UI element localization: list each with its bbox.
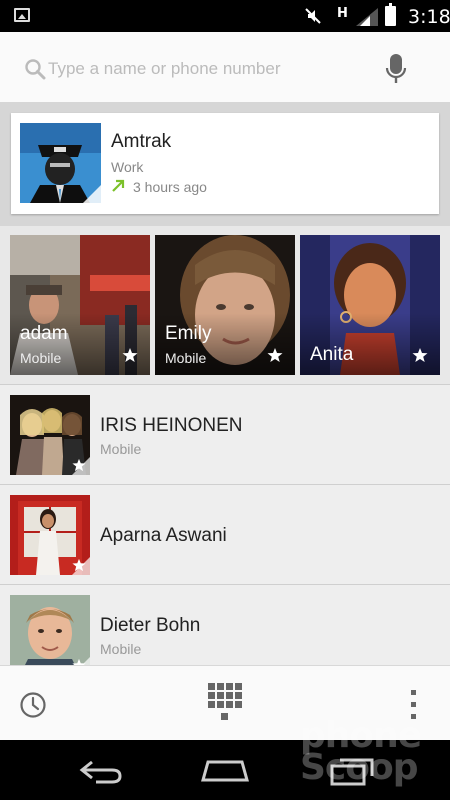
dialpad-icon[interactable] <box>208 683 242 723</box>
recent-contact-name: Amtrak <box>111 131 172 152</box>
signal-icon <box>356 8 378 26</box>
phone-app: Amtrak Work 3 hours ago <box>0 32 450 740</box>
status-time: 3:18 <box>408 6 450 28</box>
image-notification-icon <box>14 8 30 22</box>
star-icon <box>122 348 138 362</box>
contact-name: IRIS HEINONEN <box>100 415 243 436</box>
favorite-name: adam <box>20 323 68 344</box>
contact-thumbnail <box>10 595 90 675</box>
navigation-bar: phone Scoop <box>0 717 450 800</box>
contact-type: Mobile <box>100 641 142 657</box>
contact-thumbnail <box>10 395 90 475</box>
status-bar: H 3:18 <box>0 0 450 32</box>
battery-icon <box>385 3 396 26</box>
contact-type: Mobile <box>100 441 142 457</box>
contact-name: Dieter Bohn <box>100 615 201 636</box>
search-input[interactable] <box>48 54 368 84</box>
microphone-icon[interactable] <box>384 52 408 86</box>
favorite-type: Mobile <box>20 350 62 366</box>
contact-name: Aparna Aswani <box>100 525 227 546</box>
network-type: H <box>337 6 348 21</box>
star-icon <box>267 348 283 362</box>
favorite-name: Anita <box>310 344 354 365</box>
recent-call-section: Amtrak Work 3 hours ago <box>0 102 450 226</box>
outgoing-call-icon <box>112 179 125 192</box>
search-bar <box>0 32 450 102</box>
search-icon <box>25 59 46 80</box>
favorite-type: Mobile <box>165 350 207 366</box>
recent-contact-type: Work <box>111 159 144 175</box>
star-icon <box>412 348 428 362</box>
recent-call-card[interactable]: Amtrak Work 3 hours ago <box>11 113 439 214</box>
recent-history-icon[interactable] <box>19 691 47 719</box>
favorite-name: Emily <box>165 323 212 344</box>
star-icon <box>72 458 86 472</box>
list-item[interactable]: Dieter Bohn Mobile <box>0 585 450 675</box>
favorite-tile[interactable]: Emily Mobile <box>155 235 295 375</box>
star-icon <box>72 558 86 572</box>
home-icon[interactable] <box>200 758 250 782</box>
mute-icon <box>305 8 321 24</box>
contact-thumbnail <box>10 495 90 575</box>
recent-call-time: 3 hours ago <box>133 179 207 195</box>
favorites-grid: adam Mobile Emily Mobile Anita <box>0 226 450 376</box>
back-icon[interactable] <box>78 756 124 784</box>
list-item[interactable]: Aparna Aswani <box>0 485 450 584</box>
favorite-tile[interactable]: Anita <box>300 235 440 375</box>
list-item[interactable]: IRIS HEINONEN Mobile <box>0 385 450 484</box>
favorite-tile[interactable]: adam Mobile <box>10 235 150 375</box>
contact-photo <box>20 123 101 203</box>
watermark-logo: phone Scoop <box>300 715 422 789</box>
